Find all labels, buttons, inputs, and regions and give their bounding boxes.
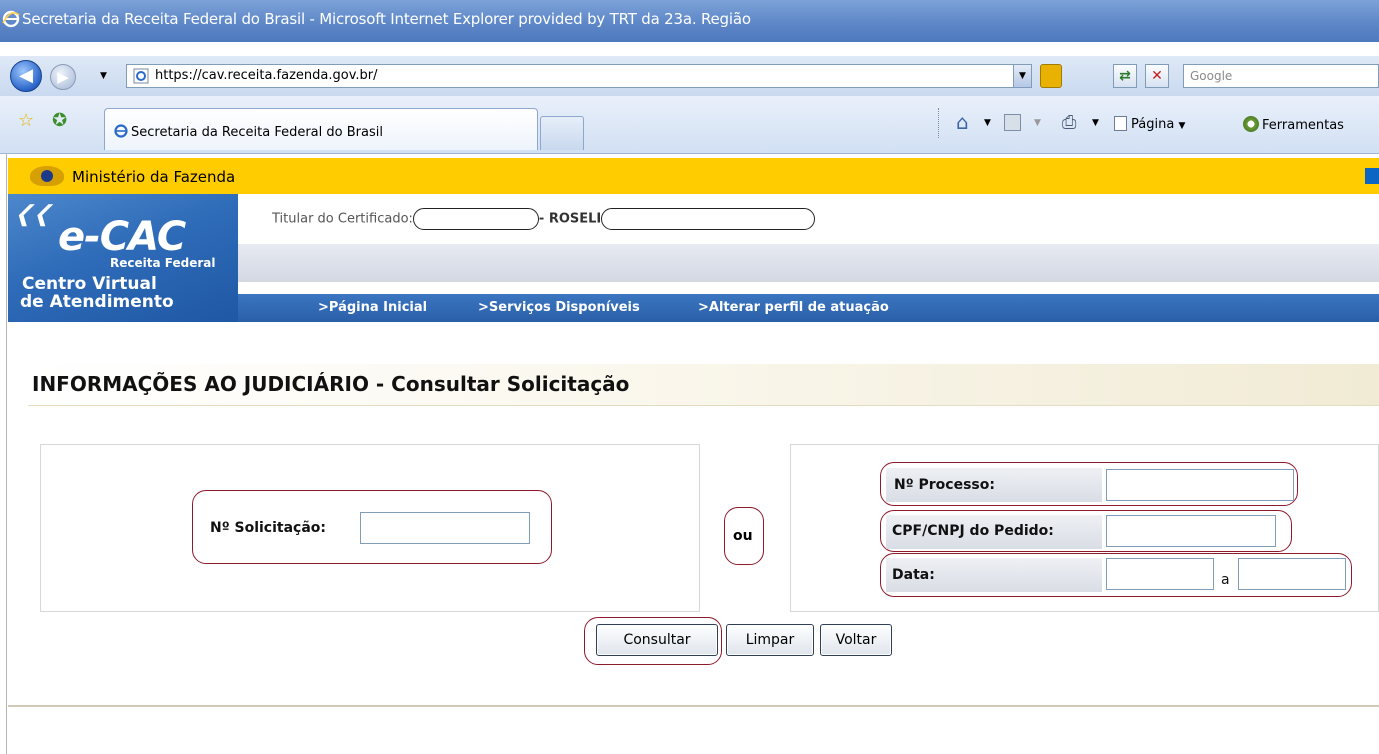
back-button[interactable]: ◀	[10, 60, 42, 92]
receita-wings-icon: ❮❮	[11, 202, 58, 227]
data-label: Data:	[892, 567, 935, 583]
ecac-line2: de Atendimento	[20, 292, 174, 312]
processo-label: Nº Processo:	[894, 477, 995, 493]
address-dropdown-button[interactable]: ▼	[1013, 65, 1031, 87]
solicitacao-input[interactable]	[360, 512, 530, 544]
tab-label: Secretaria da Receita Federal do Brasil	[131, 125, 383, 140]
date-range-separator: a	[1221, 572, 1230, 588]
feeds-dropdown-icon[interactable]: ▼	[1034, 118, 1041, 128]
page-dropdown-icon: ▼	[1178, 121, 1186, 131]
header-band	[238, 244, 1379, 282]
gear-icon	[1243, 116, 1259, 132]
holder-name: - ROSELI	[538, 211, 602, 227]
footer-divider	[8, 705, 1379, 707]
ie-logo-icon	[2, 10, 20, 28]
tools-menu-label: Ferramentas	[1262, 118, 1344, 133]
add-favorite-icon[interactable]: ✪	[52, 110, 67, 131]
main-nav: >Página Inicial >Serviços Disponíveis >A…	[238, 294, 1379, 322]
forward-button[interactable]: ▶	[50, 64, 76, 90]
nav-pagina-inicial[interactable]: >Página Inicial	[318, 300, 427, 315]
nav-alterar-perfil[interactable]: >Alterar perfil de atuação	[698, 300, 889, 315]
home-icon[interactable]: ⌂	[956, 110, 969, 134]
ecac-logo[interactable]: ❮❮ e-CAC Receita Federal Centro Virtual …	[8, 194, 238, 322]
address-toolbar: ◀ ▶ ▼ https://cav.receita.fazenda.gov.br…	[0, 56, 1379, 96]
page-title: INFORMAÇÕES AO JUDICIÁRIO - Consultar So…	[28, 364, 1379, 406]
back-arrow-icon: ◀	[19, 65, 33, 86]
page-menu-label: Página	[1131, 117, 1175, 132]
redacted-cpf-oval	[412, 208, 539, 230]
tab-toolbar: ☆ ✪ Secretaria da Receita Federal do Bra…	[0, 96, 1379, 154]
ecac-logo-text: e-CAC	[58, 214, 186, 260]
flag-icon	[1365, 168, 1379, 184]
new-tab-button[interactable]	[540, 116, 584, 150]
search-input[interactable]: Google	[1183, 64, 1379, 88]
or-label: ou	[733, 528, 753, 544]
certificate-holder: Titular do Certificado: - ROSELI	[272, 208, 816, 230]
print-dropdown-icon[interactable]: ▼	[1092, 118, 1099, 128]
ministry-bar: Ministério da Fazenda	[8, 158, 1379, 194]
forward-arrow-icon: ▶	[57, 68, 69, 86]
tools-menu-button[interactable]: Ferramentas	[1243, 116, 1344, 133]
limpar-button[interactable]: Limpar	[726, 624, 814, 656]
home-dropdown-icon[interactable]: ▼	[984, 118, 991, 128]
or-separator: ou	[724, 507, 764, 565]
solicitacao-label: Nº Solicitação:	[210, 520, 326, 536]
ie-page-icon	[133, 68, 149, 84]
print-icon[interactable]: ⎙	[1062, 112, 1076, 133]
ecac-subtitle: Receita Federal	[110, 256, 216, 270]
redacted-name-oval	[601, 208, 816, 230]
voltar-button[interactable]: Voltar	[820, 624, 892, 656]
certificate-label: Titular do Certificado:	[272, 211, 413, 227]
window-title: Secretaria da Receita Federal do Brasil …	[22, 10, 751, 28]
date-to-input[interactable]	[1238, 558, 1346, 590]
address-bar[interactable]: https://cav.receita.fazenda.gov.br/ ▼	[126, 64, 1032, 88]
cpf-label: CPF/CNPJ do Pedido:	[892, 523, 1054, 539]
processo-input[interactable]	[1106, 469, 1294, 501]
page-menu-button[interactable]: Página ▼	[1114, 116, 1185, 132]
stop-button[interactable]: ✕	[1145, 64, 1169, 88]
ministry-name: Ministério da Fazenda	[72, 168, 236, 186]
ie-page-icon	[114, 124, 128, 138]
site-header: ❮❮ e-CAC Receita Federal Centro Virtual …	[8, 194, 1379, 322]
history-dropdown-icon[interactable]: ▼	[100, 71, 107, 81]
feeds-icon[interactable]	[1004, 114, 1021, 131]
tab-receita[interactable]: Secretaria da Receita Federal do Brasil	[104, 108, 538, 150]
page-icon	[1114, 116, 1127, 131]
toolbar-separator	[938, 108, 940, 138]
date-from-input[interactable]	[1106, 558, 1214, 590]
refresh-button[interactable]: ⇄	[1113, 64, 1137, 88]
lock-icon[interactable]	[1040, 64, 1062, 88]
page-border	[6, 154, 7, 754]
nav-servicos-disponiveis[interactable]: >Serviços Disponíveis	[478, 300, 640, 315]
consultar-button[interactable]: Consultar	[596, 624, 718, 656]
cpf-input[interactable]	[1106, 515, 1276, 547]
ministry-logo-icon	[30, 166, 64, 186]
window-title-bar: Secretaria da Receita Federal do Brasil …	[0, 0, 1379, 42]
ecac-line1: Centro Virtual	[22, 274, 157, 294]
favorites-star-icon[interactable]: ☆	[18, 110, 34, 131]
url-text: https://cav.receita.fazenda.gov.br/	[155, 68, 378, 83]
